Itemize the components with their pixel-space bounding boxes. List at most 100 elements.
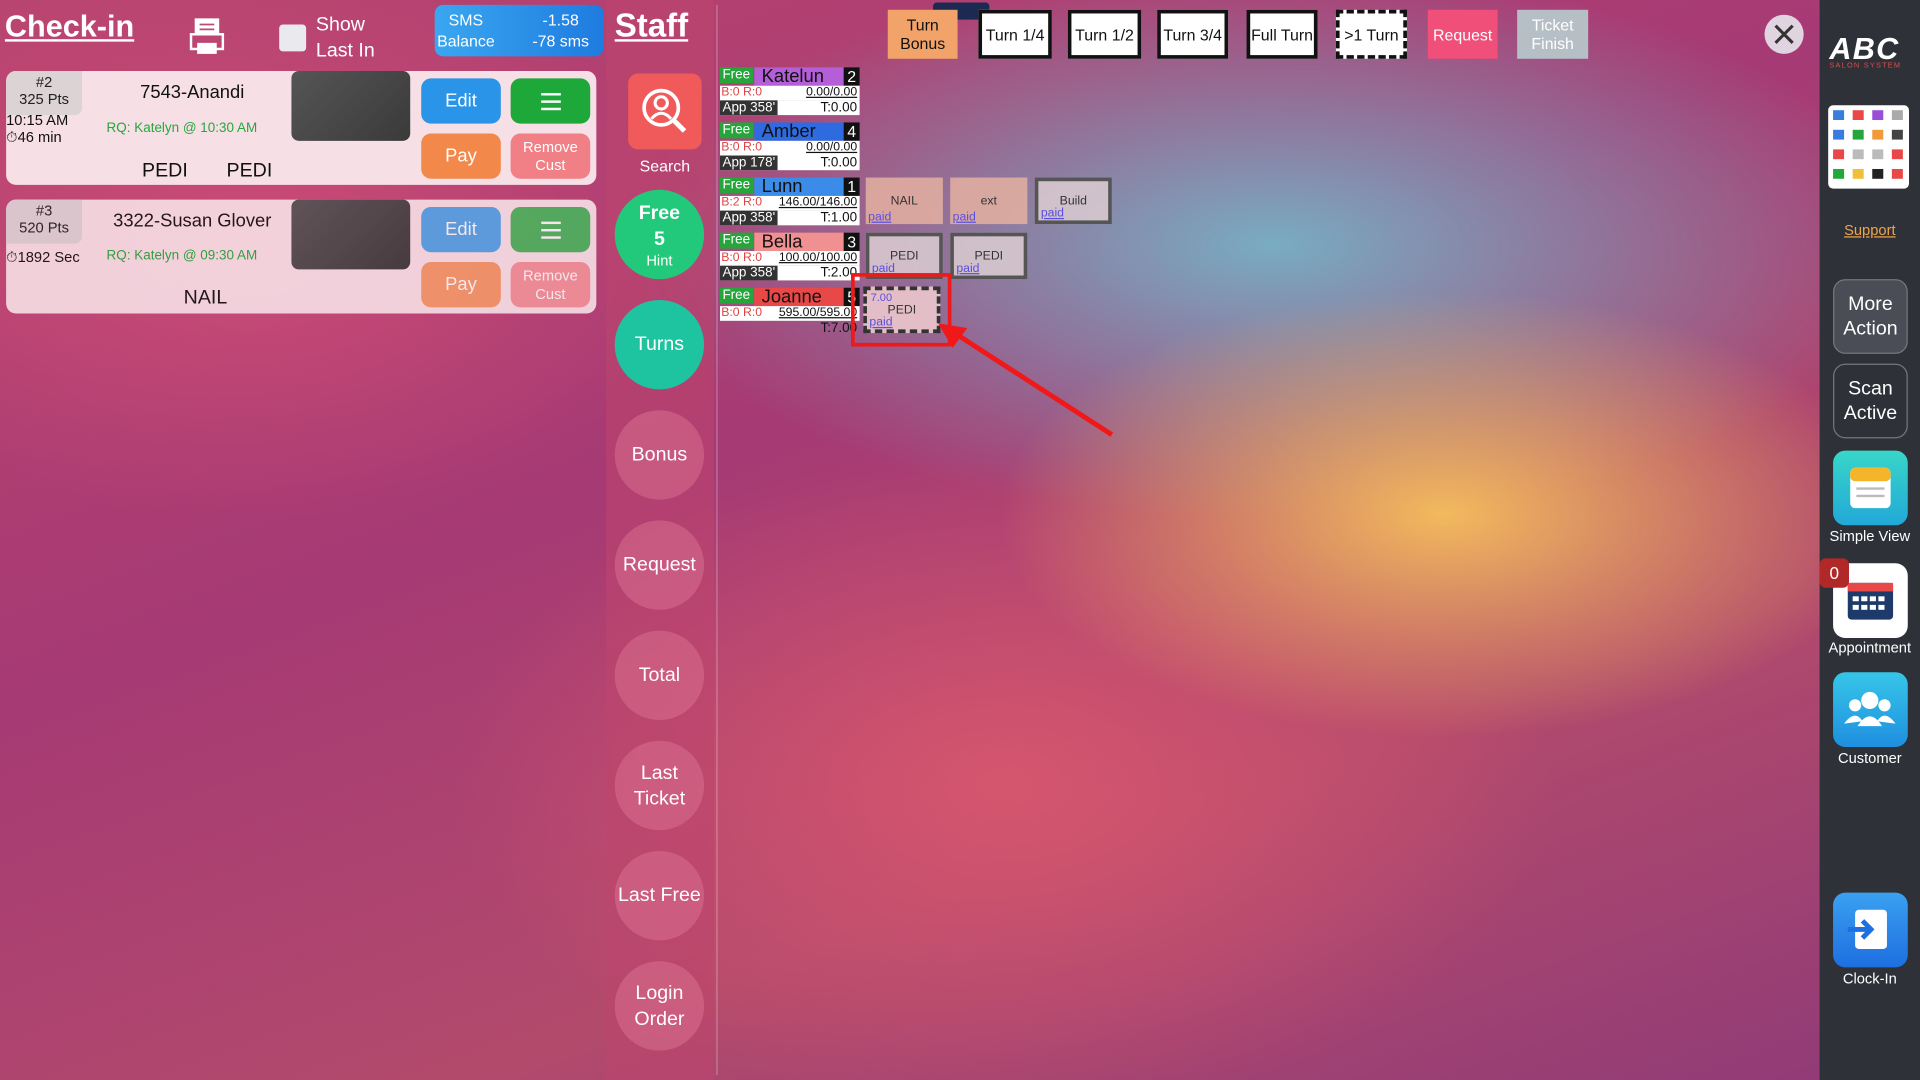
staff-row-amber[interactable]: Free Amber 4 B:0 R:0 0.00/0.00 App 178' T:… [720, 122, 862, 175]
appointment-time: App 358' [720, 265, 778, 281]
remove-customer-button[interactable]: Remove Cust [510, 133, 591, 179]
show-last-in-label: Show Last In [315, 14, 375, 62]
staff-row-joanne[interactable]: Free Joanne 5 B:0 R:0 595.00/595.00 T:7.0… [720, 287, 862, 341]
bonus-button[interactable]: Bonus [614, 410, 705, 500]
bonus-request: B:0 R:0 [721, 251, 763, 265]
appointment-time: App 358' [720, 100, 778, 116]
clock-in-icon[interactable] [1833, 892, 1908, 968]
customer-label: Customer [1837, 749, 1902, 767]
close-button[interactable] [1764, 14, 1804, 54]
customer-name: 7543-Anandi [140, 82, 245, 103]
service-tag: NAIL [183, 287, 228, 309]
appointment-label: Appointment [1828, 639, 1912, 657]
appointment-time: App 178' [720, 155, 778, 171]
show-last-in-toggle[interactable]: Show Last In [279, 12, 394, 63]
staff-row-katelun[interactable]: Free Katelun 2 B:0 R:0 0.00/0.00 App 358'… [720, 67, 862, 120]
sales-amount: 100.00/100.00 [778, 251, 858, 265]
simple-view-label: Simple View [1829, 527, 1911, 545]
printer-icon[interactable] [189, 17, 226, 56]
apps-grid-icon[interactable] [1828, 105, 1909, 189]
paid-status: paid [1040, 206, 1064, 221]
service-tile[interactable]: ext paid [950, 177, 1028, 225]
turn-quarter-button[interactable]: Turn 1/4 [978, 9, 1052, 59]
appointment-badge: 0 [1819, 558, 1849, 588]
points: 325 Pts [19, 90, 69, 108]
customer-icon[interactable] [1833, 672, 1908, 747]
menu-button[interactable] [510, 206, 591, 253]
sales-amount: 146.00/146.00 [778, 195, 858, 210]
pay-button[interactable]: Pay [421, 133, 501, 179]
service-tag: PEDI [226, 160, 273, 182]
total-button[interactable]: Total [614, 630, 705, 721]
remove-customer-button[interactable]: Remove Cust [510, 262, 591, 308]
turn-half-button[interactable]: Turn 1/2 [1067, 9, 1142, 59]
service-tile[interactable]: PEDI paid [950, 232, 1028, 280]
simple-view-icon[interactable] [1833, 450, 1908, 526]
service-label: NAIL [890, 194, 918, 208]
turn-value: T:0.00 [820, 100, 858, 116]
staff-turn-panel [716, 4, 1817, 1076]
request-turn-button[interactable]: Request [1427, 9, 1498, 59]
show-last-in-checkbox[interactable] [279, 24, 307, 52]
bonus-request: B:0 R:0 [721, 85, 763, 100]
wait-time: ⏱46 min [6, 128, 62, 146]
service-tile[interactable]: NAIL paid [865, 177, 943, 225]
bonus-request: B:2 R:0 [721, 195, 763, 210]
staff-order: 2 [843, 67, 860, 86]
more-action-button[interactable]: More Action [1833, 279, 1908, 354]
status-badge: Free [720, 287, 753, 304]
request-info: RQ: Katelyn @ 09:30 AM [106, 248, 258, 264]
hamburger-icon [540, 92, 561, 110]
request-info: RQ: Katelyn @ 10:30 AM [106, 121, 258, 136]
free-count: 5 [653, 228, 665, 250]
request-button[interactable]: Request [614, 520, 705, 610]
sms-label-bottom: Balance [437, 31, 495, 51]
edit-button[interactable]: Edit [421, 206, 501, 253]
scan-active-button[interactable]: Scan Active [1833, 363, 1908, 439]
sales-amount: 0.00/0.00 [806, 85, 858, 100]
checkin-title[interactable]: Check-in [5, 10, 134, 46]
checkin-card[interactable]: #3 520 Pts ⏱1892 Sec 3322-Susan Glover R… [6, 199, 597, 314]
paid-status: paid [956, 262, 980, 276]
multi-turn-button[interactable]: >1 Turn [1335, 9, 1407, 59]
turn-bonus-button[interactable]: Turn Bonus [887, 9, 958, 59]
ticket-number: #2 325 Pts [6, 71, 83, 116]
status-badge: Free [720, 67, 753, 84]
edit-button[interactable]: Edit [421, 78, 501, 124]
turns-button[interactable]: Turns [614, 300, 705, 390]
customer-name: 3322-Susan Glover [113, 210, 272, 232]
turn-three-quarter-button[interactable]: Turn 3/4 [1157, 9, 1229, 59]
last-ticket-button[interactable]: Last Ticket [614, 740, 705, 831]
status-badge: Free [720, 122, 753, 139]
ticket-finish-button[interactable]: Ticket Finish [1517, 9, 1589, 59]
status-badge: Free [720, 177, 753, 194]
turn-value: T:1.00 [820, 210, 858, 226]
search-label: Search [639, 156, 691, 176]
paid-status: paid [868, 210, 892, 225]
service-tile[interactable]: Build paid [1034, 177, 1112, 225]
staff-row-bella[interactable]: Free Bella 3 B:0 R:0 100.00/100.00 App 35… [720, 232, 862, 286]
hint-label: Hint [646, 251, 673, 269]
service-tag: PEDI [142, 160, 188, 182]
appointment-time: App 358' [720, 210, 778, 226]
full-turn-button[interactable]: Full Turn [1246, 9, 1318, 59]
pay-button[interactable]: Pay [421, 262, 501, 308]
search-button[interactable] [628, 73, 702, 150]
bonus-request: B:0 R:0 [721, 306, 763, 320]
support-link[interactable]: Support [1832, 222, 1908, 239]
last-free-button[interactable]: Last Free [614, 851, 705, 941]
ticket-number: #3 520 Pts [6, 199, 83, 244]
points: 520 Pts [19, 219, 69, 237]
service-label: PEDI [974, 249, 1004, 263]
staff-order: 1 [843, 177, 860, 196]
staff-row-lunn[interactable]: Free Lunn 1 B:2 R:0 146.00/146.00 App 358… [720, 177, 862, 231]
login-order-button[interactable]: Login Order [614, 961, 705, 1051]
checkin-card[interactable]: #2 325 Pts 10:15 AM ⏱46 min 7543-Anandi … [6, 71, 597, 185]
logo-subtitle: SALON SYSTEM [1829, 62, 1902, 70]
menu-button[interactable] [510, 78, 591, 124]
staff-title[interactable]: Staff [615, 7, 688, 45]
free-label: Free [638, 202, 681, 224]
customer-photo [291, 199, 411, 270]
sms-balance-badge[interactable]: SMS Balance -1.58 -78 sms [434, 4, 604, 57]
free-staff-button[interactable]: Free 5 Hint [614, 189, 705, 280]
